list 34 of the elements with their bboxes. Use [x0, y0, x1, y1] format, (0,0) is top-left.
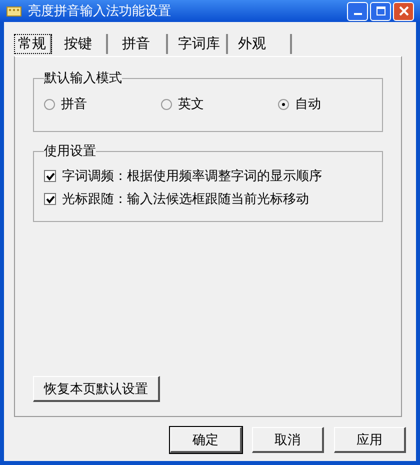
window-title: 亮度拼音输入法功能设置 [28, 3, 172, 20]
tab[interactable]: 字词库 [172, 34, 228, 54]
checkbox[interactable] [44, 170, 56, 182]
minimize-button[interactable] [347, 2, 368, 20]
radio-option[interactable]: 英文 [161, 95, 278, 113]
radio-label: 英文 [178, 96, 204, 113]
checkmark-icon [46, 194, 54, 204]
radio-label: 自动 [295, 96, 321, 113]
tab[interactable]: 外观 [232, 34, 292, 54]
radio-button[interactable] [161, 98, 172, 110]
restore-defaults-button[interactable]: 恢复本页默认设置 [33, 376, 160, 402]
tab[interactable]: 拼音 [112, 34, 168, 54]
group-title: 使用设置 [44, 143, 96, 160]
checkmark-icon [46, 172, 54, 180]
dialog-button[interactable]: 应用 [334, 427, 406, 453]
radio-option[interactable]: 自动 [278, 95, 321, 113]
keyboard-icon [6, 4, 22, 18]
radio-option[interactable]: 拼音 [44, 95, 161, 113]
tab[interactable]: 常规 [14, 34, 52, 54]
maximize-icon [376, 6, 386, 16]
tab[interactable]: 按键 [58, 34, 108, 54]
dialog-button[interactable]: 确定 [170, 427, 242, 453]
checkbox-label: 光标跟随：输入法候选框跟随当前光标移动 [62, 191, 309, 208]
checkbox-label: 字词调频：根据使用频率调整字词的显示顺序 [62, 168, 322, 185]
minimize-icon [354, 13, 362, 15]
radio-label: 拼音 [61, 96, 87, 113]
radio-button[interactable] [278, 98, 289, 110]
checkbox[interactable] [44, 193, 56, 205]
dialog-button[interactable]: 取消 [252, 427, 324, 453]
maximize-button[interactable] [370, 2, 391, 20]
radio-button[interactable] [44, 98, 55, 110]
group-title: 默认输入模式 [44, 70, 122, 87]
close-button[interactable] [393, 2, 414, 20]
close-icon [398, 6, 408, 16]
